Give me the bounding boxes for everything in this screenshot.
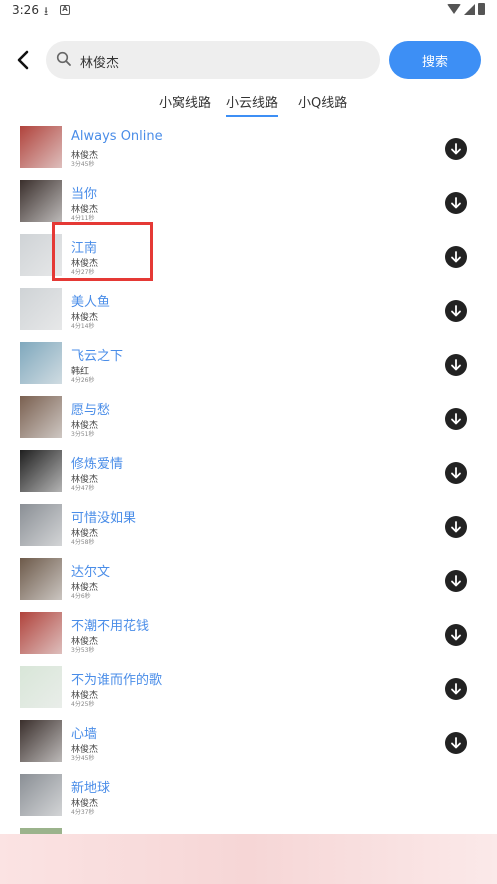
song-row[interactable]: 美人鱼 林俊杰 4分14秒	[0, 286, 497, 340]
download-icon	[451, 737, 461, 749]
search-button[interactable]: 搜索	[389, 41, 481, 79]
song-row[interactable]: 可惜没如果 林俊杰 4分58秒	[0, 502, 497, 556]
song-duration: 4分37秒	[71, 809, 95, 816]
download-button[interactable]	[445, 300, 467, 322]
song-title: 心墙	[71, 727, 98, 742]
song-row[interactable]: Always Online 林俊杰 3分45秒	[0, 124, 497, 178]
song-duration: 4分58秒	[71, 539, 95, 546]
highlight-annotation	[52, 222, 153, 281]
song-title: 愿与愁	[71, 403, 111, 418]
download-icon	[451, 197, 461, 209]
download-status-icon: ⭳	[44, 4, 49, 18]
song-title: 新地球	[71, 781, 111, 796]
download-button[interactable]	[445, 462, 467, 484]
album-cover	[20, 612, 62, 654]
song-title: 美人鱼	[71, 295, 111, 310]
back-button[interactable]	[12, 48, 36, 72]
download-icon	[451, 575, 461, 587]
song-duration: 3分45秒	[71, 161, 95, 168]
song-title: 达尔文	[71, 565, 111, 580]
download-button[interactable]	[445, 570, 467, 592]
album-cover	[20, 720, 62, 762]
song-duration: 3分45秒	[71, 755, 95, 762]
album-cover	[20, 504, 62, 546]
download-icon	[451, 143, 461, 155]
back-arrow-icon	[17, 50, 29, 70]
download-icon	[451, 467, 461, 479]
song-row[interactable]: 不为谁而作的歌 林俊杰 4分25秒	[0, 664, 497, 718]
song-duration: 4分25秒	[71, 701, 95, 708]
download-icon	[451, 629, 461, 641]
album-cover	[20, 450, 62, 492]
song-row[interactable]: 新地球 林俊杰 4分37秒	[0, 772, 497, 826]
download-icon	[451, 305, 461, 317]
route-tabs: 小窝线路 小云线路 小Q线路	[0, 92, 497, 117]
download-button[interactable]	[445, 138, 467, 160]
tab-xiaoyun[interactable]: 小云线路	[226, 92, 279, 117]
search-icon	[56, 51, 71, 66]
song-row[interactable]: 愿与愁 林俊杰 3分51秒	[0, 394, 497, 448]
download-icon	[451, 251, 461, 263]
album-cover	[20, 396, 62, 438]
download-icon	[451, 521, 461, 533]
status-icons	[447, 3, 485, 15]
song-duration: 3分51秒	[71, 431, 95, 438]
album-cover	[20, 288, 62, 330]
download-button[interactable]	[445, 192, 467, 214]
song-duration: 4分47秒	[71, 485, 95, 492]
song-row[interactable]: 修炼爱情 林俊杰 4分47秒	[0, 448, 497, 502]
download-button[interactable]	[445, 354, 467, 376]
download-icon	[451, 359, 461, 371]
download-button[interactable]	[445, 732, 467, 754]
album-cover	[20, 180, 62, 222]
search-input[interactable]: 林俊杰	[46, 41, 380, 79]
song-row[interactable]: 心墙 林俊杰 3分45秒	[0, 718, 497, 772]
download-button[interactable]	[445, 246, 467, 268]
song-title: 可惜没如果	[71, 511, 137, 526]
album-cover	[20, 774, 62, 816]
tab-xiaoq[interactable]: 小Q线路	[298, 92, 347, 115]
song-row[interactable]: 飞云之下 韩红 4分26秒	[0, 340, 497, 394]
download-button[interactable]	[445, 516, 467, 538]
song-row[interactable]: 达尔文 林俊杰 4分6秒	[0, 556, 497, 610]
download-icon	[451, 413, 461, 425]
status-time: 3:26	[12, 3, 39, 17]
signal-icon	[464, 3, 475, 15]
song-duration: 3分53秒	[71, 647, 95, 654]
song-title: 修炼爱情	[71, 457, 124, 472]
song-title: 不潮不用花钱	[71, 619, 150, 634]
wifi-icon	[447, 4, 461, 14]
notification-icon: A	[60, 5, 70, 15]
download-icon	[451, 683, 461, 695]
song-duration: 4分6秒	[71, 593, 91, 600]
song-duration: 4分26秒	[71, 377, 95, 384]
album-cover	[20, 666, 62, 708]
song-duration: 4分14秒	[71, 323, 95, 330]
song-title: 当你	[71, 187, 98, 202]
download-button[interactable]	[445, 408, 467, 430]
album-cover	[20, 126, 62, 168]
bottom-overlay	[0, 834, 497, 884]
song-title: 不为谁而作的歌	[71, 673, 163, 688]
song-duration: 4分11秒	[71, 215, 95, 222]
download-button[interactable]	[445, 678, 467, 700]
song-title: 飞云之下	[71, 349, 124, 364]
song-row[interactable]: 不潮不用花钱 林俊杰 3分53秒	[0, 610, 497, 664]
album-cover	[20, 342, 62, 384]
song-title: Always Online	[71, 129, 163, 144]
download-button[interactable]	[445, 624, 467, 646]
tab-xiaowo[interactable]: 小窝线路	[159, 92, 211, 115]
search-query: 林俊杰	[80, 56, 120, 71]
album-cover	[20, 558, 62, 600]
status-bar: 3:26 ⭳ A	[0, 0, 497, 22]
battery-icon	[478, 3, 485, 15]
